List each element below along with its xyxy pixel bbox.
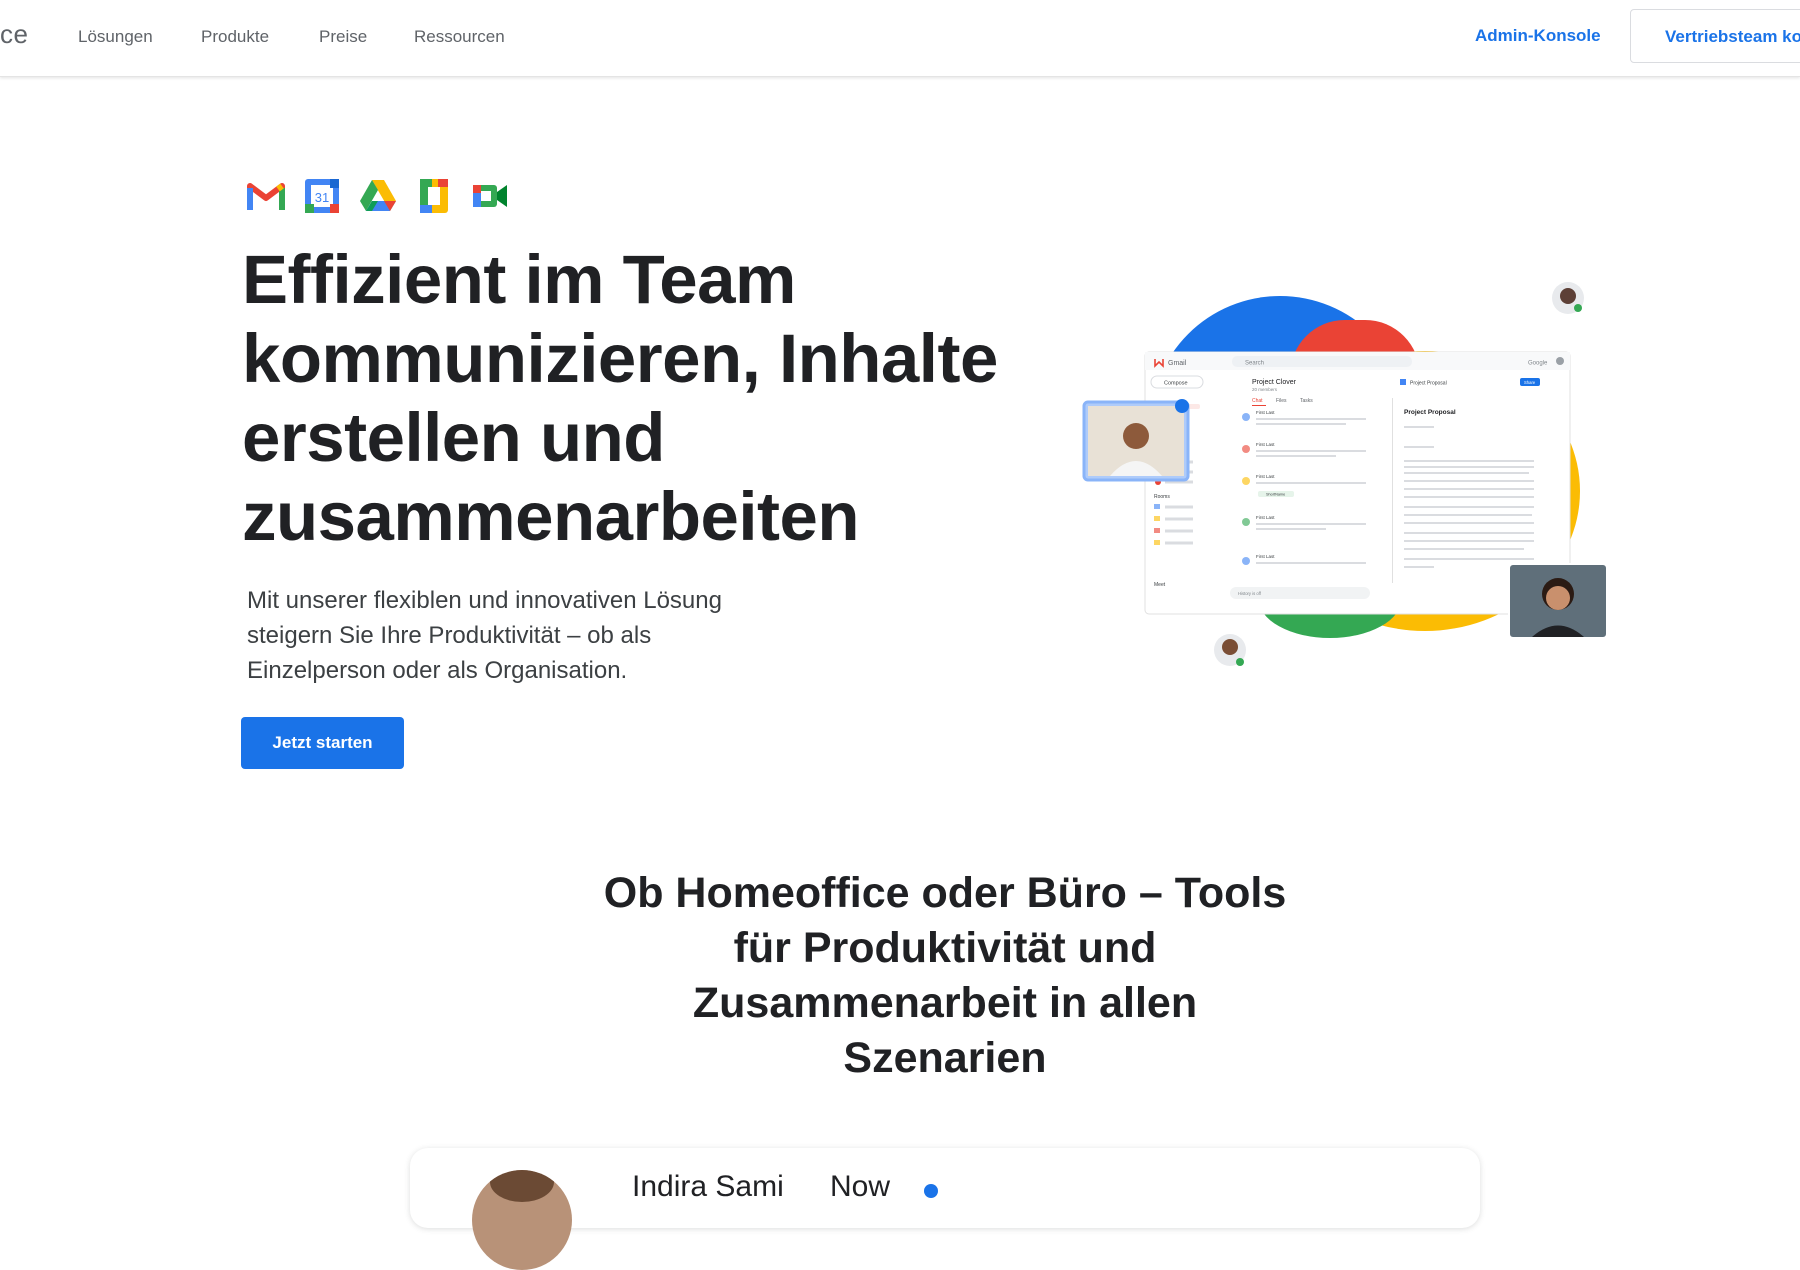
section-title-line: für Produktivität und xyxy=(733,924,1157,972)
chat-sender: First Last xyxy=(1256,515,1275,520)
unread-dot-icon xyxy=(924,1184,938,1198)
app-icons-row: 31 xyxy=(246,176,510,216)
calendar-day-label: 31 xyxy=(315,190,329,205)
chat-members-count: 20 members xyxy=(1252,387,1278,392)
hero-title-line: Effizient im Team xyxy=(242,241,796,318)
app-window-mockup: Gmail Search Google Compose Rooms Meet P… xyxy=(1144,351,1571,615)
section-title-line: Zusammenarbeit in allen xyxy=(692,979,1198,1027)
message-time: Now xyxy=(830,1170,891,1203)
video-tile-right xyxy=(1508,563,1608,639)
hero-title-line: erstellen und xyxy=(242,399,665,476)
calendar-icon: 31 xyxy=(305,179,339,213)
brand-logo-text[interactable]: ce xyxy=(0,19,28,50)
share-button-label: Share xyxy=(1524,380,1536,385)
hero-title-line: zusammenarbeiten xyxy=(242,478,860,555)
chat-tab: Chat xyxy=(1252,398,1263,404)
top-navigation-bar: ce Lösungen Produkte Preise Ressourcen A… xyxy=(0,0,1800,77)
meet-label: Meet xyxy=(1154,582,1166,588)
avatar xyxy=(472,1170,572,1270)
hero-title: Effizient im Team kommunizieren, Inhalte… xyxy=(242,240,1042,556)
hero-subtitle-line: Einzelperson oder als Organisation. xyxy=(247,657,628,684)
section-title-line: Ob Homeoffice oder Büro – Tools xyxy=(603,869,1287,917)
chat-sender: First Last xyxy=(1256,474,1275,479)
doc-tab-title: Project Proposal xyxy=(1410,381,1447,387)
avatar-top-right xyxy=(1552,282,1584,314)
google-label: Google xyxy=(1528,361,1548,367)
workspace-illustration: Gmail Search Google Compose Rooms Meet P… xyxy=(1082,282,1608,666)
hero-subtitle: Mit unserer flexiblen und innovativen Lö… xyxy=(247,583,787,688)
hero-title-line: kommunizieren, Inhalte xyxy=(242,320,998,397)
chat-sender: First Last xyxy=(1256,554,1275,559)
search-label: Search xyxy=(1245,361,1264,367)
hero-subtitle-line: Mit unserer flexiblen und innovativen Lö… xyxy=(247,587,722,614)
get-started-button[interactable]: Jetzt starten xyxy=(241,717,404,769)
avatar-bottom xyxy=(1214,634,1246,666)
admin-console-link[interactable]: Admin-Konsole xyxy=(1475,26,1601,46)
nav-item-ressourcen[interactable]: Ressourcen xyxy=(414,27,505,47)
docs-icon xyxy=(420,179,448,213)
doc-heading: Project Proposal xyxy=(1404,409,1456,416)
compose-label: Compose xyxy=(1164,381,1188,387)
chat-sender: First Last xyxy=(1256,442,1275,447)
chat-sender: First Last xyxy=(1256,410,1275,415)
hero-subtitle-line: steigern Sie Ihre Produktivität – ob als xyxy=(247,622,652,649)
file-chip-label: ShortName xyxy=(1266,493,1285,497)
contact-name: Indira Sami xyxy=(632,1170,784,1203)
history-off-label: History is off xyxy=(1238,591,1262,596)
gmail-label: Gmail xyxy=(1168,360,1187,367)
rooms-label: Rooms xyxy=(1154,494,1170,500)
files-tab: Files xyxy=(1276,398,1287,404)
video-tile-left xyxy=(1082,399,1190,482)
chat-preview-card: Indira Sami Now xyxy=(410,1148,1480,1270)
gmail-icon xyxy=(247,183,285,210)
meet-icon xyxy=(473,185,507,207)
contact-sales-button[interactable]: Vertriebsteam ko xyxy=(1630,9,1800,63)
drive-icon xyxy=(360,180,396,211)
section-title-line: Szenarien xyxy=(843,1034,1047,1082)
nav-item-produkte[interactable]: Produkte xyxy=(201,27,269,47)
nav-item-loesungen[interactable]: Lösungen xyxy=(78,27,153,47)
tasks-tab: Tasks xyxy=(1300,398,1313,404)
chat-room-title: Project Clover xyxy=(1252,379,1297,386)
nav-item-preise[interactable]: Preise xyxy=(319,27,367,47)
section-title: Ob Homeoffice oder Büro – Tools für Prod… xyxy=(560,866,1330,1086)
